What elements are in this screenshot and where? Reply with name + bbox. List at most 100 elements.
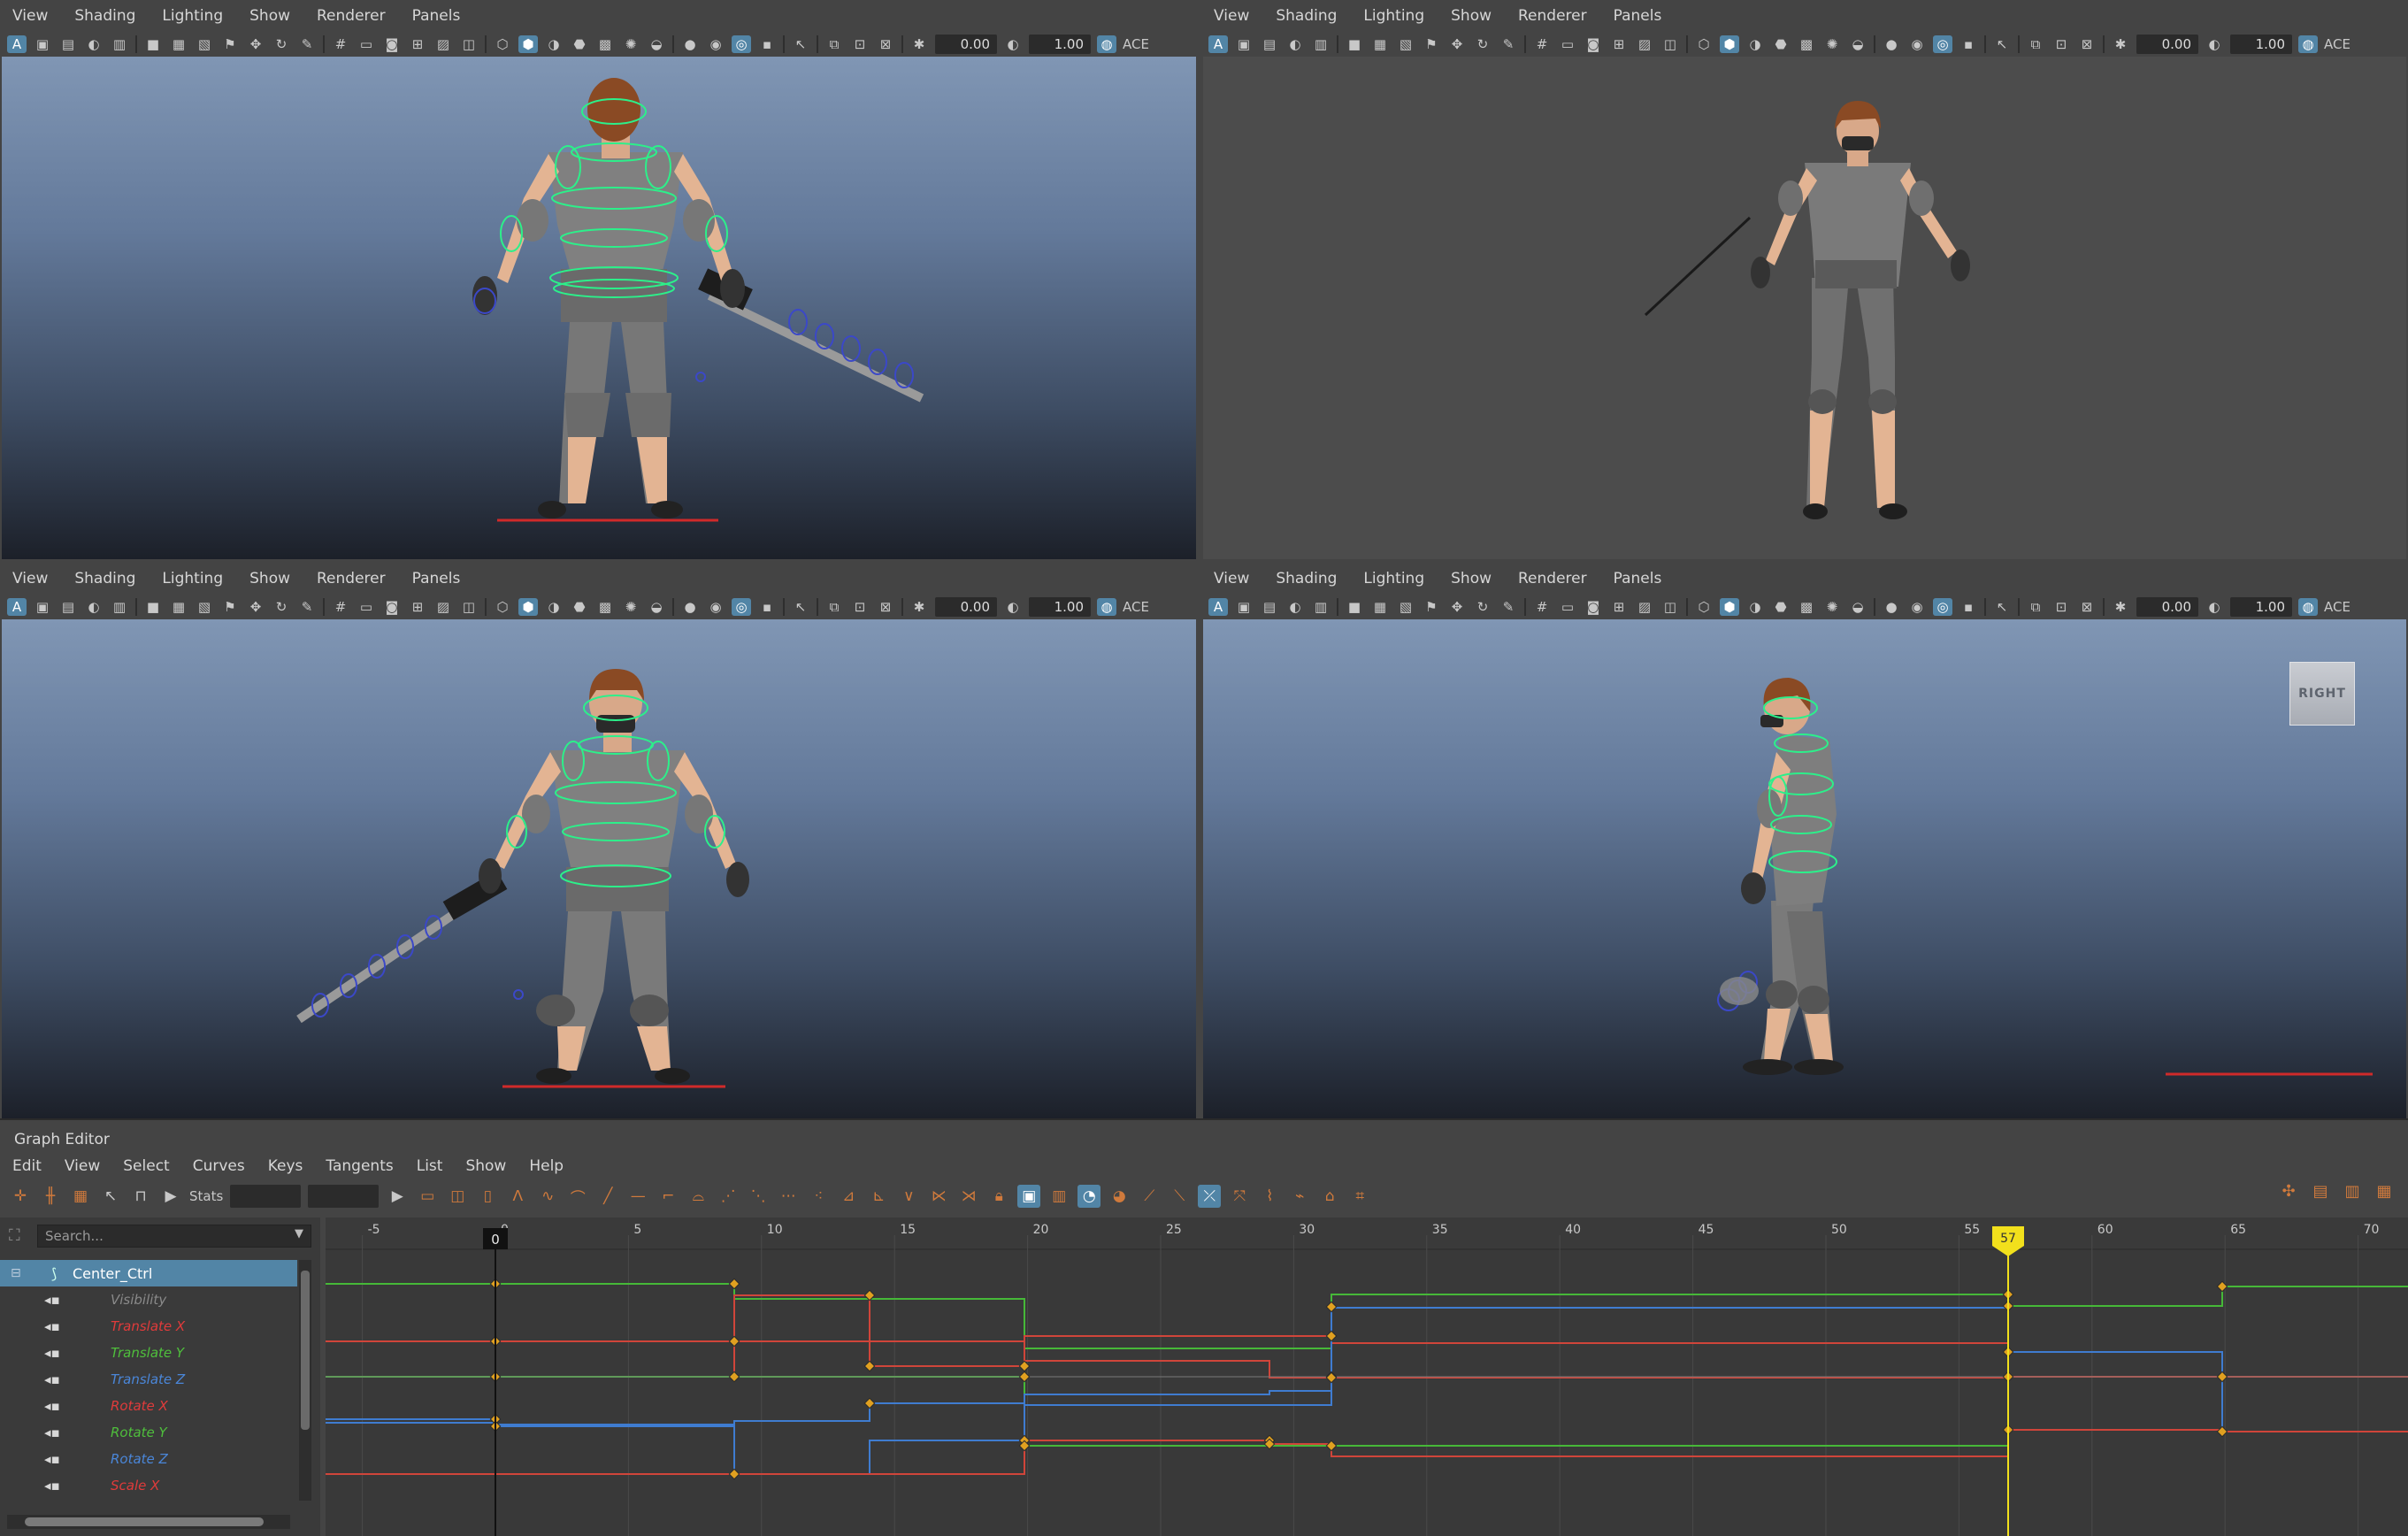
lock-camera-icon[interactable]: ▥ [110,598,129,616]
keyframe-point[interactable] [863,1397,876,1409]
menu-edit[interactable]: Edit [12,1157,42,1175]
menu-select[interactable]: Select [123,1157,169,1175]
exposure-icon[interactable]: ✱ [2111,35,2130,53]
outliner-node[interactable]: ⊟ ⟆ Center_Ctrl [0,1260,297,1286]
rotate-icon[interactable]: ↻ [272,35,291,53]
show-results-icon[interactable]: ⤧ [1228,1185,1251,1208]
textured-icon[interactable]: ⬣ [570,35,589,53]
default-material-icon[interactable]: ◑ [1745,598,1765,616]
bookmark-icon[interactable]: ▤ [58,35,78,53]
search-input[interactable]: Search... ▼ [37,1225,311,1248]
camera-attributes-icon[interactable]: ▣ [33,35,52,53]
filter-icon[interactable]: ⛶ [9,1226,28,1246]
select-camera-icon[interactable]: A [7,35,27,53]
rotate-icon[interactable]: ↻ [1473,35,1492,53]
frame-all-icon[interactable]: ⊠ [876,598,895,616]
textured-icon[interactable]: ⬣ [570,598,589,616]
grid-icon[interactable]: # [1532,598,1552,616]
panel-layout-icon[interactable]: ⊡ [2051,598,2071,616]
film-gate-icon[interactable]: ▦ [1370,598,1390,616]
pre-infinity-icon[interactable]: ◔ [1077,1185,1101,1208]
film-gate-icon[interactable]: ▦ [169,598,188,616]
menu-shading[interactable]: Shading [74,7,135,25]
grid-icon[interactable]: # [1532,35,1552,53]
layout-icon[interactable]: ⧉ [824,598,844,616]
gate-mask-icon[interactable]: ▨ [1635,35,1654,53]
camera-icon[interactable]: ■ [143,35,163,53]
default-material-icon[interactable]: ◑ [544,35,564,53]
keyframe-point[interactable] [1325,1371,1338,1384]
lattice-deform-icon[interactable]: ▦ [69,1185,92,1208]
curve-tool-d-icon[interactable]: ⌗ [1348,1185,1371,1208]
select-camera-icon[interactable]: A [1208,598,1228,616]
default-material-icon[interactable]: ◑ [1745,35,1765,53]
plateau-tangent-icon[interactable]: ⌓ [686,1185,709,1208]
menu-lighting[interactable]: Lighting [1363,570,1424,588]
xray-joints-icon[interactable]: ▪ [1959,598,1978,616]
pivot-icon[interactable]: ✥ [246,598,265,616]
retime-tool-icon[interactable]: ⊓ [129,1185,152,1208]
unify-tangents-icon[interactable]: ⋱ [747,1185,770,1208]
menu-show[interactable]: Show [465,1157,506,1175]
grid-icon[interactable]: # [331,598,350,616]
outliner-horizontal-scrollbar[interactable] [7,1515,290,1529]
frame-playback-icon[interactable]: ◫ [446,1185,469,1208]
play-icon[interactable]: ▶ [159,1185,182,1208]
xray-joints-icon[interactable]: ▪ [757,598,777,616]
post-infinity-icon[interactable]: ◕ [1108,1185,1131,1208]
motion-blur-icon[interactable]: ◉ [1907,35,1927,53]
layout-icon[interactable]: ⧉ [824,35,844,53]
gamma-icon[interactable]: ◐ [2205,35,2224,53]
ambient-occlusion-icon[interactable]: ● [680,35,700,53]
image-plane-icon[interactable]: ◐ [1285,35,1305,53]
insert-keys-icon[interactable]: ╫ [39,1185,62,1208]
color-space-label[interactable]: ACE [2324,36,2350,52]
xray-icon[interactable]: ▩ [595,35,615,53]
curve-infinity-icon[interactable]: ⋉ [927,1185,950,1208]
lights-icon[interactable]: ✺ [621,598,640,616]
menu-lighting[interactable]: Lighting [1363,7,1424,25]
camera-attributes-icon[interactable]: ▣ [1234,35,1254,53]
pivot-icon[interactable]: ✥ [246,35,265,53]
overscan-icon[interactable]: ◫ [1660,598,1680,616]
safe-title-icon[interactable]: ⊞ [1609,598,1629,616]
menu-panels[interactable]: Panels [412,570,461,588]
xray-icon[interactable]: ▩ [1797,35,1816,53]
resolution-gate-icon[interactable]: ▧ [195,35,214,53]
panel-layout-icon[interactable]: ⊡ [850,598,870,616]
viewport-canvas[interactable] [2,619,1196,1118]
gate-mask-icon[interactable]: ▨ [1635,598,1654,616]
safe-action-icon[interactable]: ◙ [382,35,402,53]
color-management-icon[interactable]: ◍ [1097,35,1116,53]
ambient-occlusion-icon[interactable]: ● [1882,598,1901,616]
shadows-icon[interactable]: ◒ [1848,35,1867,53]
panel-layout-icon[interactable]: ⊡ [850,35,870,53]
motion-blur-icon[interactable]: ◉ [1907,598,1927,616]
menu-shading[interactable]: Shading [74,570,135,588]
safe-action-icon[interactable]: ◙ [382,598,402,616]
keyframe-point[interactable] [2216,1280,2228,1293]
keyframe-point[interactable] [2216,1371,2228,1383]
keyframe-point[interactable] [728,1371,740,1383]
menu-panels[interactable]: Panels [1614,7,1662,25]
menu-view[interactable]: View [1214,570,1249,588]
channel-item[interactable]: ◂▪ Visibility [0,1286,297,1313]
value-snap-icon[interactable]: ▥ [1047,1185,1070,1208]
stacked-curves-icon[interactable]: ⟋ [1138,1185,1161,1208]
curve-tool-c-icon[interactable]: ⌂ [1318,1185,1341,1208]
view-cube[interactable]: RIGHT [2289,662,2355,726]
buffer-curve-icon[interactable]: ⊿ [837,1185,860,1208]
safe-title-icon[interactable]: ⊞ [408,35,427,53]
step-tangent-icon[interactable]: ⌐ [656,1185,679,1208]
safe-action-icon[interactable]: ◙ [1584,35,1603,53]
select-camera-icon[interactable]: A [1208,35,1228,53]
menu-renderer[interactable]: Renderer [317,570,386,588]
bookmark-flag-icon[interactable]: ⚑ [220,598,240,616]
gamma-field[interactable]: 1.00 [2230,597,2292,617]
menu-renderer[interactable]: Renderer [317,7,386,25]
channel-item[interactable]: ◂▪ Rotate X [0,1393,297,1419]
keyframe-point[interactable] [1325,1440,1338,1452]
layout-icon[interactable]: ⧉ [2026,598,2045,616]
free-tangent-weight-icon[interactable]: ⋯ [777,1185,800,1208]
camera-attributes-icon[interactable]: ▣ [1234,598,1254,616]
